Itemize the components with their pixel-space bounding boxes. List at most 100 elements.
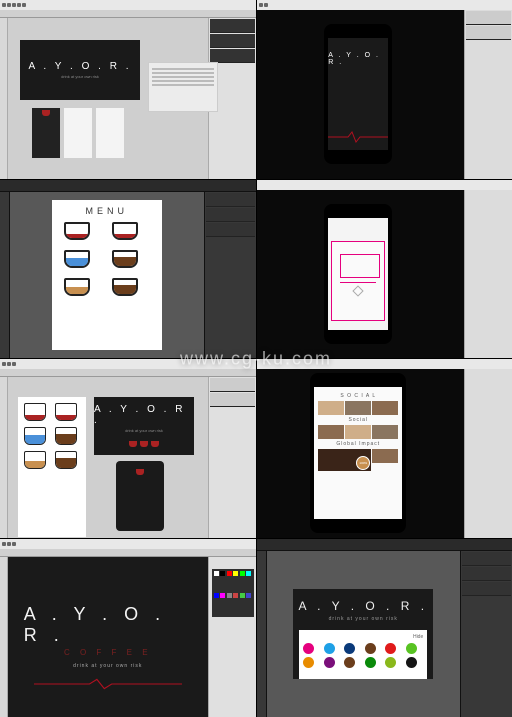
ps-light-cups-brand: A . Y . O . R . drink at your own risk (0, 359, 256, 538)
photo-grid (318, 401, 398, 415)
color-swatch[interactable] (385, 643, 396, 654)
brand-title: A . Y . O . R . (298, 599, 428, 613)
tools-palette[interactable] (0, 18, 8, 179)
app-menubar[interactable] (0, 0, 256, 10)
swatches-panel[interactable] (212, 569, 254, 617)
app-menubar[interactable] (257, 0, 512, 10)
color-swatch[interactable] (303, 643, 314, 654)
thumb-3[interactable] (96, 108, 124, 158)
canvas-area[interactable]: A . Y . O . R . C O F F E E drink at you… (8, 557, 208, 717)
phone-preview-dark: A . Y . O . R . (257, 0, 512, 179)
hide-button[interactable]: Hide (413, 634, 423, 640)
tools-palette[interactable] (257, 551, 267, 717)
cups-artboard[interactable] (18, 397, 86, 537)
thumb-2[interactable] (64, 108, 92, 158)
panels-right[interactable] (464, 369, 512, 538)
menu-cups-grid (58, 222, 156, 300)
brand-title: A . Y . O . R . (94, 404, 194, 426)
tools-palette[interactable] (0, 377, 8, 538)
phone-mockup[interactable]: A . Y . O . R . (324, 24, 392, 164)
phone-screen[interactable] (328, 218, 388, 330)
menu-title: MENU (86, 206, 129, 216)
cup-icon (24, 403, 46, 421)
color-swatch[interactable] (385, 657, 396, 668)
cup-icon (64, 278, 94, 300)
phone-mockup[interactable]: S O C I A L Social Global Impact (310, 373, 406, 533)
app-toolbar[interactable] (257, 539, 512, 551)
panels-right[interactable] (464, 190, 512, 359)
phone-mockup[interactable] (324, 204, 392, 344)
tools-palette[interactable] (0, 557, 8, 717)
cup-icon (151, 441, 159, 447)
brand-card[interactable]: A . Y . O . R . drink at your own risk (94, 397, 194, 455)
photo-thumb[interactable] (318, 401, 344, 415)
cup-icon (24, 451, 46, 469)
panels-right[interactable] (204, 192, 256, 359)
thumb-1[interactable] (32, 108, 60, 158)
library-drop-zone-icon[interactable] (340, 254, 380, 278)
photo-thumb[interactable] (372, 401, 398, 415)
ps-light-brand-large: A . Y . O . R . C O F F E E drink at you… (0, 539, 256, 717)
brand-artboard[interactable]: A . Y . O . R . drink at your own risk H… (293, 589, 433, 679)
app-toolbar[interactable] (0, 369, 256, 377)
color-swatch[interactable] (303, 657, 314, 668)
dark-ui-menu: MENU (0, 180, 256, 359)
color-swatch[interactable] (365, 657, 376, 668)
phone-thumb[interactable] (116, 461, 164, 531)
color-swatch[interactable] (406, 657, 417, 668)
brand-artboard[interactable]: A . Y . O . R . C O F F E E drink at you… (24, 577, 192, 697)
photo-thumb[interactable] (345, 425, 371, 439)
color-swatch[interactable] (344, 657, 355, 668)
canvas-area[interactable]: MENU (10, 192, 204, 359)
brand-title: A . Y . O . R . (29, 61, 132, 72)
phone-brand-title: A . Y . O . R . (328, 52, 388, 66)
phone-screen[interactable]: S O C I A L Social Global Impact (314, 387, 402, 519)
canvas-area[interactable]: A . Y . O . R . drink at your own risk (8, 377, 208, 538)
social-mid: Social (348, 417, 368, 423)
canvas-area[interactable]: A . Y . O . R . drink at your own risk (8, 18, 208, 179)
color-swatch[interactable] (365, 643, 376, 654)
photo-thumb[interactable] (318, 425, 344, 439)
photo-large[interactable]: 100% (318, 449, 371, 471)
artboard-brand[interactable]: A . Y . O . R . drink at your own risk (20, 40, 140, 100)
photo-thumb[interactable] (372, 425, 398, 439)
app-toolbar[interactable] (0, 10, 256, 18)
menu-artboard[interactable]: MENU (52, 200, 162, 350)
tools-palette[interactable] (0, 192, 10, 359)
panels-right[interactable] (208, 557, 256, 717)
phone-screen[interactable]: A . Y . O . R . (328, 38, 388, 150)
cup-icon (64, 250, 94, 272)
dark-ui-colorpicker: A . Y . O . R . drink at your own risk H… (257, 539, 512, 717)
photo-thumb[interactable] (372, 449, 398, 463)
app-toolbar[interactable] (0, 180, 256, 192)
color-swatch[interactable] (324, 643, 335, 654)
brand-tagline: drink at your own risk (61, 74, 99, 79)
brand-tagline: drink at your own risk (73, 663, 142, 669)
artboard-thumbs (32, 108, 124, 158)
brand-tagline: drink at your own risk (125, 428, 163, 433)
color-swatch[interactable] (324, 657, 335, 668)
app-menubar[interactable] (0, 539, 256, 549)
brand-tagline: drink at your own risk (329, 616, 398, 622)
color-swatch[interactable] (344, 643, 355, 654)
cup-icon (55, 427, 77, 445)
canvas-area[interactable]: A . Y . O . R . drink at your own risk H… (267, 551, 461, 717)
fair-trade-badge-icon: 100% (356, 456, 370, 470)
social-bot: Global Impact (336, 441, 380, 447)
panels-right[interactable] (208, 377, 256, 538)
panels-right[interactable] (464, 10, 512, 179)
panels-right[interactable] (460, 551, 512, 717)
app-toolbar[interactable] (0, 549, 256, 557)
app-menubar[interactable] (257, 359, 512, 369)
note-panel[interactable] (148, 62, 218, 112)
library-dialog[interactable] (331, 241, 385, 321)
diamond-icon (353, 285, 364, 296)
app-menubar[interactable] (257, 180, 512, 190)
color-picker-panel[interactable]: Hide (299, 630, 427, 679)
color-swatch[interactable] (406, 643, 417, 654)
app-menubar[interactable] (0, 359, 256, 369)
cup-icon (112, 278, 142, 300)
brand-title: A . Y . O . R . (24, 604, 192, 646)
cup-icon (129, 441, 137, 447)
photo-thumb[interactable] (345, 401, 371, 415)
